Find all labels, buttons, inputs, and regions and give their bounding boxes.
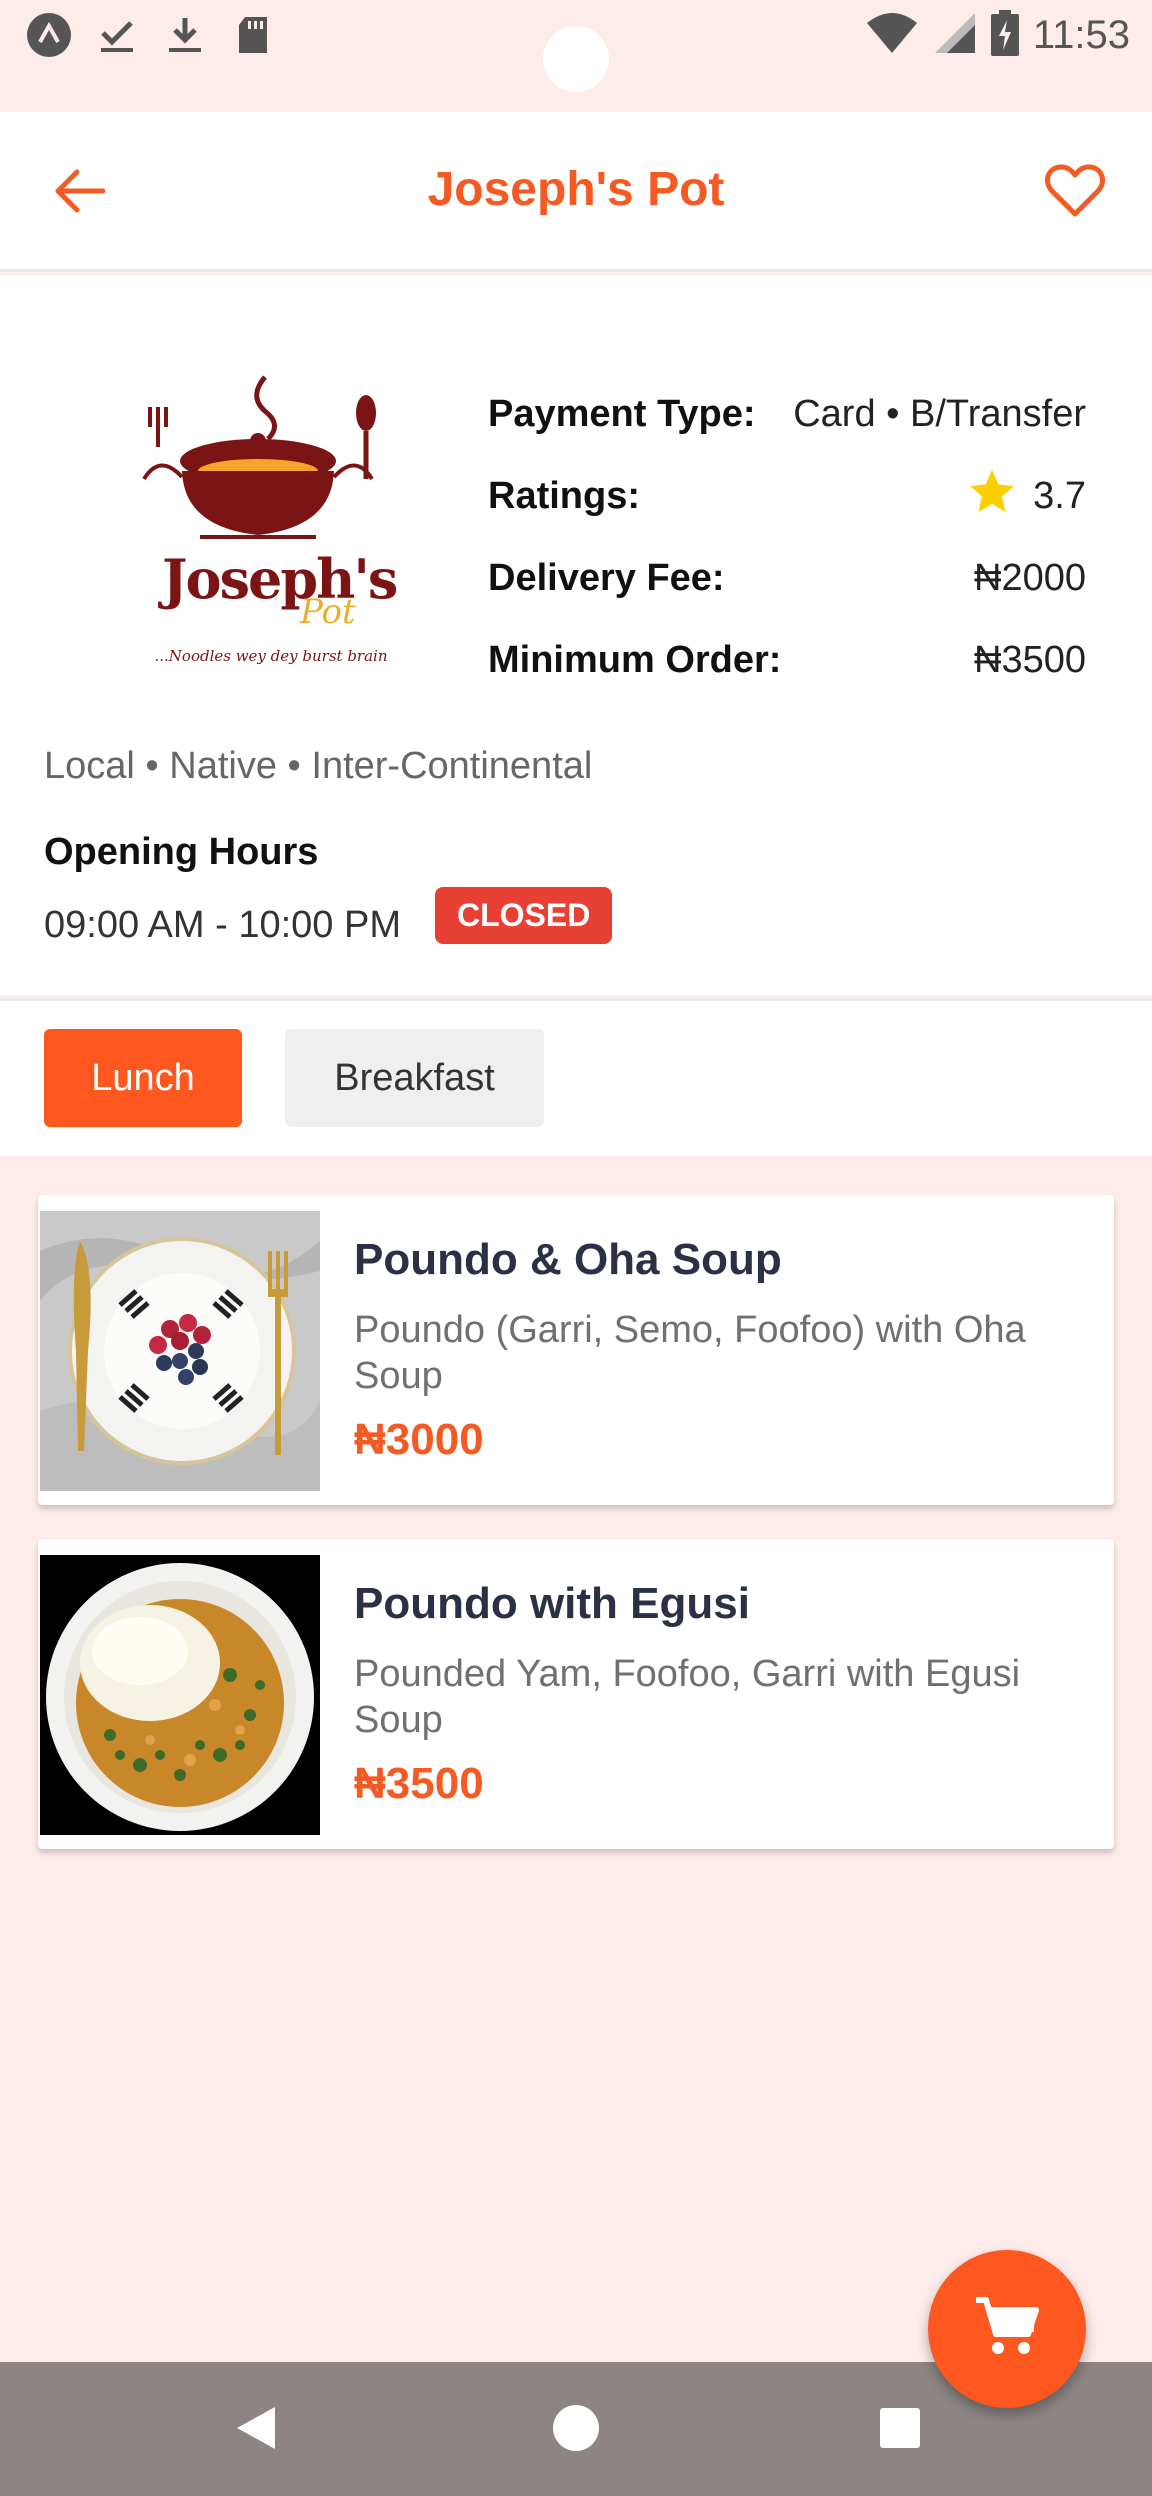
detail-payment-type: Payment Type: Card • B/Transfer [488, 373, 1086, 455]
pot-logo-icon [142, 375, 376, 539]
menu-item-price: ₦3500 [354, 1759, 484, 1808]
status-left-icons [26, 12, 276, 58]
menu-item-image [40, 1211, 320, 1491]
detail-value: Card • B/Transfer [793, 392, 1086, 435]
nav-back-button[interactable] [216, 2390, 296, 2470]
status-right-icons: 11:53 [865, 8, 1130, 62]
logo-script: Pot [300, 592, 356, 632]
menu-item-card[interactable]: Poundo with Egusi Pounded Yam, Foofoo, G… [38, 1539, 1114, 1849]
restaurant-details: Payment Type: Card • B/Transfer Ratings:… [488, 373, 1086, 701]
detail-delivery-fee: Delivery Fee: ₦2000 [488, 537, 1086, 619]
nav-recents-icon [879, 2407, 921, 2454]
menu-item-price: ₦3000 [354, 1415, 484, 1464]
detail-value: ₦2000 [974, 556, 1086, 599]
sd-card-icon [230, 12, 276, 58]
cart-button[interactable] [928, 2250, 1086, 2408]
menu-category-tabs: Lunch Breakfast [0, 998, 1152, 1156]
menu-item-description: Pounded Yam, Foofoo, Garri with Egusi So… [354, 1653, 1021, 1741]
nav-home-button[interactable] [536, 2390, 616, 2470]
page-title: Joseph's Pot [427, 163, 725, 216]
logo-name: Joseph's [162, 547, 398, 611]
tab-breakfast[interactable]: Breakfast [285, 1029, 544, 1127]
opening-hours-value: 09:00 AM - 10:00 PM [44, 904, 401, 946]
detail-label: Minimum Order: [488, 638, 782, 681]
heart-outline-icon [1045, 164, 1105, 223]
signal-icon [933, 11, 977, 60]
status-time: 11:53 [1032, 12, 1130, 57]
detail-label: Payment Type: [488, 392, 756, 435]
tab-lunch[interactable]: Lunch [44, 1029, 242, 1127]
menu-list: Poundo & Oha Soup Poundo (Garri, Semo, F… [38, 1195, 1114, 1883]
app-a-icon [26, 12, 72, 58]
battery-charging-icon [990, 9, 1019, 61]
detail-minimum-order: Minimum Order: ₦3500 [488, 619, 1086, 701]
logo-tagline: ...Noodles wey dey burst brain [154, 647, 388, 665]
menu-item-name: Poundo with Egusi [354, 1579, 750, 1628]
download-icon [162, 12, 208, 58]
menu-item-card[interactable]: Poundo & Oha Soup Poundo (Garri, Semo, F… [38, 1195, 1114, 1505]
menu-item-image [40, 1555, 320, 1835]
nav-recents-button[interactable] [860, 2390, 940, 2470]
detail-label: Delivery Fee: [488, 556, 725, 599]
wifi-icon [865, 11, 919, 60]
check-download-icon [94, 12, 140, 58]
detail-value: ₦3500 [974, 638, 1086, 681]
berry-plate-image [40, 1211, 320, 1491]
egusi-bowl-image [40, 1555, 320, 1835]
detail-label: Ratings: [488, 474, 640, 517]
status-bar: 11:53 [0, 0, 1152, 112]
nav-back-icon [235, 2405, 277, 2456]
app-header: Joseph's Pot [0, 112, 1152, 272]
menu-item-name: Poundo & Oha Soup [354, 1235, 782, 1284]
favorite-button[interactable] [1038, 156, 1112, 230]
star-icon [969, 469, 1015, 523]
camera-cutout [543, 26, 609, 92]
status-badge: CLOSED [435, 887, 613, 944]
detail-ratings: Ratings: 3.7 [488, 455, 1086, 537]
menu-item-description: Poundo (Garri, Semo, Foofoo) with Oha So… [354, 1309, 1026, 1397]
nav-home-icon [552, 2404, 600, 2457]
restaurant-info: Joseph's Pot ...Noodles wey dey burst br… [0, 275, 1152, 995]
restaurant-logo: Joseph's Pot ...Noodles wey dey burst br… [140, 367, 402, 667]
opening-hours-title: Opening Hours [44, 831, 319, 873]
cuisine-tags: Local • Native • Inter-Continental [44, 745, 593, 787]
detail-value-wrap: 3.7 [969, 469, 1086, 523]
rating-value: 3.7 [1033, 474, 1086, 517]
cart-icon [974, 2296, 1040, 2363]
